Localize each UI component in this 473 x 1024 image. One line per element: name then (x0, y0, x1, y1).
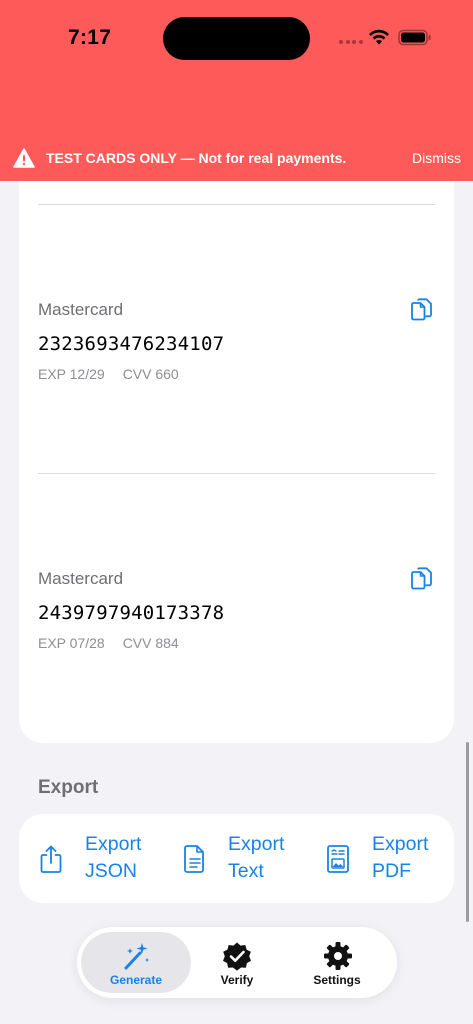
card-brand: Mastercard (38, 300, 124, 319)
gear-icon (324, 942, 352, 970)
card-expiry: EXP 12/29 (38, 366, 105, 382)
card-number: 2439797940173378 (38, 602, 225, 624)
card-brand: Mastercard (38, 569, 124, 588)
export-panel: Export JSON Export Text Export PDF (19, 814, 454, 903)
scroll-indicator[interactable] (466, 742, 469, 922)
card-meta: EXP 12/29 CVV 660 (38, 366, 179, 382)
wifi-icon (369, 29, 389, 45)
pdf-document-icon (327, 845, 349, 873)
card-cvv: CVV 884 (122, 635, 179, 651)
card-list-panel: Mastercard 2323693476234107 EXP 12/29 CVV… (19, 181, 454, 743)
dismiss-button[interactable]: Dismiss (412, 150, 461, 166)
copy-documents-icon[interactable] (411, 298, 433, 322)
export-section-title: Export (38, 777, 99, 798)
checkmark-seal-icon (223, 942, 251, 971)
status-time: 7:17 (68, 26, 112, 49)
export-text-label: Export Text (228, 833, 285, 882)
warning-triangle-icon (13, 148, 35, 168)
tab-generate-label: Generate (109, 973, 163, 987)
tab-verify-label: Verify (220, 973, 254, 987)
copy-documents-icon[interactable] (411, 567, 433, 591)
dynamic-island (163, 17, 310, 60)
export-pdf-button[interactable]: Export PDF (321, 814, 446, 903)
battery-icon (398, 29, 431, 46)
magic-wand-icon (124, 943, 149, 970)
card-divider (38, 473, 435, 474)
card-cvv: CVV 660 (122, 366, 179, 382)
banner-message: TEST CARDS ONLY — Not for real payments. (46, 150, 347, 166)
test-cards-banner: 7:17 TEST CARDS ONLY — Not for real paym… (0, 0, 473, 181)
card-meta: EXP 07/28 CVV 884 (38, 635, 179, 651)
text-document-icon (184, 845, 204, 873)
export-json-label: Export JSON (85, 833, 142, 882)
card-divider (38, 204, 435, 205)
share-upload-icon (40, 845, 62, 873)
card-expiry: EXP 07/28 (38, 635, 105, 651)
tab-settings-label: Settings (313, 973, 361, 987)
cellular-signal-icon (339, 40, 363, 46)
export-pdf-label: Export PDF (372, 833, 429, 882)
export-json-button[interactable]: Export JSON (33, 814, 163, 903)
tab-settings[interactable]: Settings (287, 932, 387, 993)
card-number: 2323693476234107 (38, 333, 225, 355)
export-text-button[interactable]: Export Text (179, 814, 304, 903)
tab-generate[interactable]: Generate (81, 932, 191, 993)
tab-verify[interactable]: Verify (191, 932, 283, 993)
tab-bar: Generate Verify Settings (77, 927, 397, 998)
